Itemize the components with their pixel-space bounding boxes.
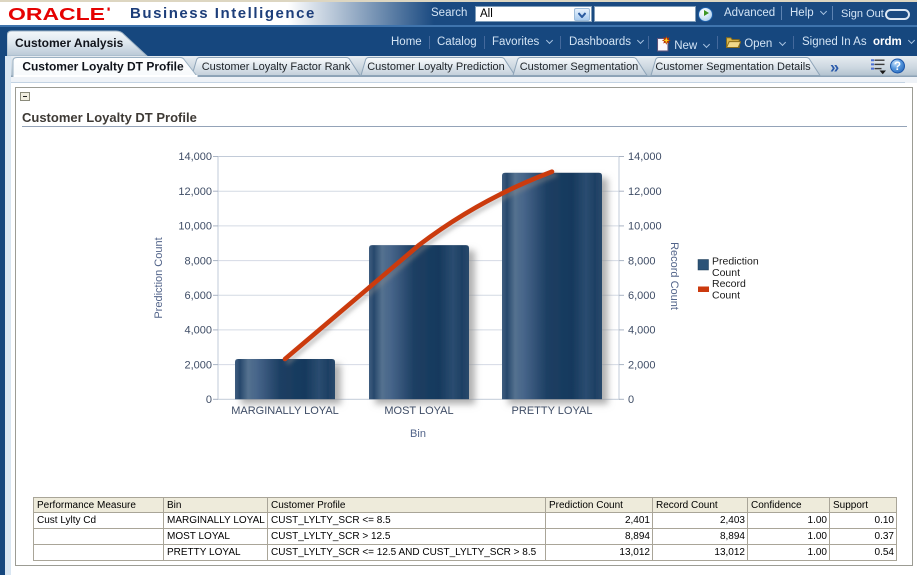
svg-text:Record Count: Record Count — [668, 242, 680, 310]
svg-text:10,000: 10,000 — [178, 221, 212, 233]
svg-text:2,000: 2,000 — [628, 359, 656, 371]
svg-text:MOST LOYAL: MOST LOYAL — [384, 405, 453, 417]
svg-text:»: » — [830, 59, 839, 77]
svg-text:4,000: 4,000 — [184, 325, 212, 337]
svg-text:Customer Loyalty Prediction: Customer Loyalty Prediction — [367, 61, 505, 73]
svg-text:Bin: Bin — [410, 428, 426, 440]
svg-text:12,000: 12,000 — [178, 186, 212, 198]
svg-text:0: 0 — [206, 394, 212, 406]
svg-text:PRETTY LOYAL: PRETTY LOYAL — [512, 405, 593, 417]
svg-text:Count: Count — [712, 290, 740, 302]
svg-text:Customer Segmentation: Customer Segmentation — [520, 61, 639, 73]
svg-text:8,000: 8,000 — [184, 255, 212, 267]
svg-text:10,000: 10,000 — [628, 221, 662, 233]
svg-text:12,000: 12,000 — [628, 186, 662, 198]
svg-text:4,000: 4,000 — [628, 325, 656, 337]
svg-text:?: ? — [894, 61, 901, 73]
svg-text:Customer Loyalty Factor Rank: Customer Loyalty Factor Rank — [202, 61, 351, 73]
svg-text:8,000: 8,000 — [628, 255, 656, 267]
svg-text:Customer Segmentation Details: Customer Segmentation Details — [655, 61, 811, 73]
svg-text:6,000: 6,000 — [184, 290, 212, 302]
svg-text:Prediction Count: Prediction Count — [153, 237, 165, 318]
svg-text:MARGINALLY LOYAL: MARGINALLY LOYAL — [231, 405, 339, 417]
svg-text:14,000: 14,000 — [178, 151, 212, 163]
svg-text:Record: Record — [712, 278, 746, 290]
svg-text:0: 0 — [628, 394, 634, 406]
svg-text:2,000: 2,000 — [184, 359, 212, 371]
svg-text:Customer Loyalty DT Profile: Customer Loyalty DT Profile — [22, 60, 184, 74]
svg-text:14,000: 14,000 — [628, 151, 662, 163]
svg-text:6,000: 6,000 — [628, 290, 656, 302]
svg-text:ORACLE: ORACLE — [8, 4, 105, 23]
svg-text:Prediction: Prediction — [712, 256, 759, 268]
